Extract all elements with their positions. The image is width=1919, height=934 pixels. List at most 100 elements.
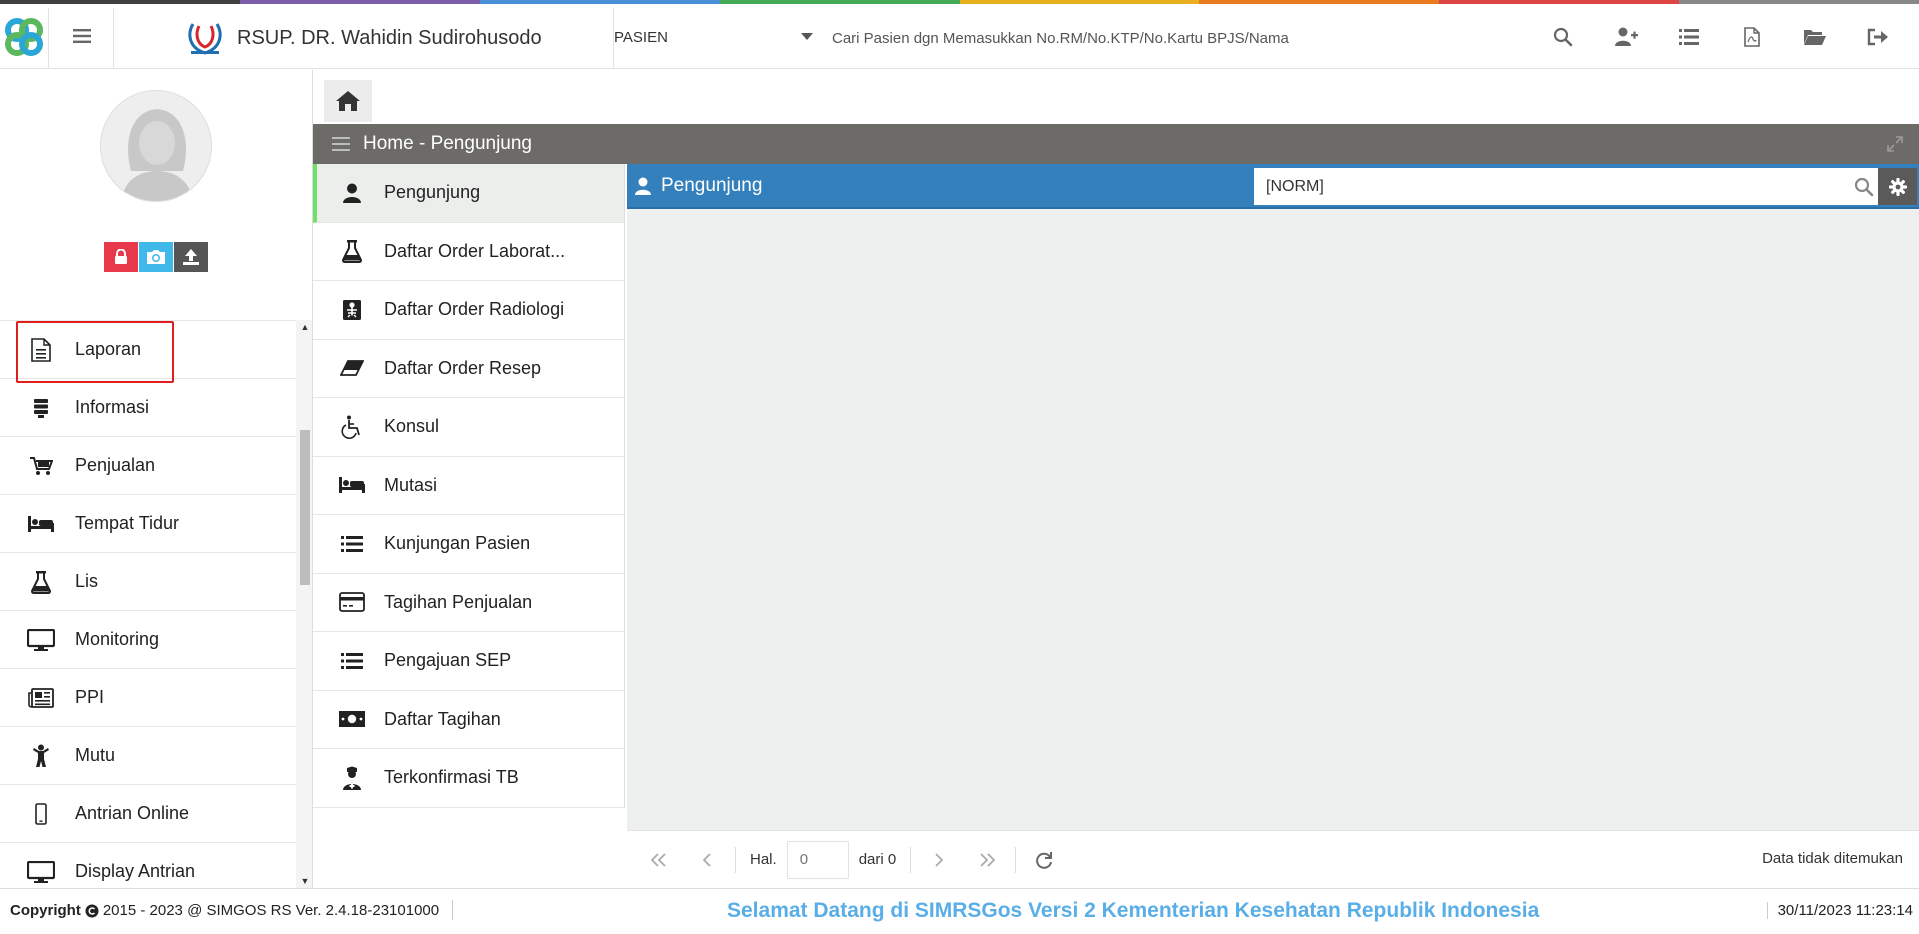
- user-icon: [337, 180, 367, 206]
- copyright: Copyright 2015 - 2023 @ SIMGOS RS Ver. 2…: [10, 902, 439, 919]
- sidebar-item-label: Antrian Online: [75, 803, 190, 823]
- sidebar-item-monitoring[interactable]: Monitoring: [0, 611, 296, 669]
- grid-settings-button[interactable]: [1878, 168, 1917, 205]
- sidebar-item-label: Tempat Tidur: [75, 513, 180, 533]
- avatar: [100, 90, 212, 202]
- scroll-up-arrow[interactable]: ▲: [300, 322, 310, 332]
- monitor-icon: [26, 859, 56, 885]
- sidebar-item-laporan[interactable]: Laporan: [0, 321, 296, 383]
- submenu-item-kunjungan-pasien[interactable]: Kunjungan Pasien: [313, 515, 624, 574]
- submenu-item-daftar-order-radiologi[interactable]: Daftar Order Radiologi: [313, 281, 624, 340]
- lock-photo-button[interactable]: [104, 242, 138, 272]
- sidebar-item-penjualan[interactable]: Penjualan: [0, 437, 296, 495]
- prev-page-button[interactable]: [683, 840, 731, 880]
- left-sidebar: Laporan Informasi Penjualan Tempat Tidur Lis…: [0, 70, 313, 888]
- submenu-item-label: Konsul: [384, 416, 440, 437]
- pdf-icon: [1743, 27, 1760, 47]
- bars-icon: [332, 137, 350, 151]
- panel-menu-button[interactable]: [329, 132, 353, 156]
- header-divider: [48, 8, 49, 68]
- first-page-button[interactable]: [635, 840, 683, 880]
- submenu: Pengunjung Daftar Order Laborat... Daftar …: [313, 164, 625, 808]
- user-silhouette-icon: [101, 91, 211, 201]
- chevron-left-icon: [702, 852, 711, 867]
- patient-search-input[interactable]: [832, 24, 1532, 52]
- grid-header: Pengunjung: [627, 164, 1919, 209]
- maximize-button[interactable]: [1885, 134, 1905, 154]
- submenu-item-daftar-order-laborat[interactable]: Daftar Order Laborat...: [313, 223, 624, 281]
- camera-photo-button[interactable]: [139, 242, 173, 272]
- open-folder-button[interactable]: [1783, 22, 1846, 52]
- module-select[interactable]: PASIEN: [614, 22, 814, 52]
- submenu-item-label: Daftar Order Resep: [384, 357, 542, 378]
- home-tab-button[interactable]: [324, 80, 372, 122]
- simgos-logo-icon: [5, 18, 43, 56]
- page-number-input[interactable]: [786, 840, 849, 879]
- module-selected-value: PASIEN: [614, 28, 668, 46]
- search-button[interactable]: [1531, 22, 1594, 52]
- copyright-label: Copyright: [10, 902, 81, 919]
- sidebar-nav: Laporan Informasi Penjualan Tempat Tidur Lis…: [0, 320, 296, 888]
- header-actions: [1531, 22, 1909, 52]
- submenu-item-terkonfirmasi-tb[interactable]: Terkonfirmasi TB: [313, 749, 624, 808]
- submenu-item-pengajuan-sep[interactable]: Pengajuan SEP: [313, 632, 624, 691]
- panel-title: Home - Pengunjung: [363, 133, 532, 154]
- menu-toggle-button[interactable]: [58, 22, 106, 50]
- submenu-item-konsul[interactable]: Konsul: [313, 398, 624, 457]
- hospital-name: RSUP. DR. Wahidin Sudirohusodo: [237, 26, 542, 49]
- upload-photo-button[interactable]: [174, 242, 208, 272]
- pager-divider: [735, 846, 736, 873]
- next-page-button[interactable]: [915, 840, 963, 880]
- content-area: Pengunjung [NORM] Hal. 0 dari 0 Data tid…: [627, 164, 1919, 888]
- sidebar-item-display-antrian[interactable]: Display Antrian: [0, 843, 296, 888]
- refresh-button[interactable]: [1020, 840, 1068, 880]
- submenu-item-daftar-tagihan[interactable]: Daftar Tagihan: [313, 691, 624, 749]
- brand: RSUP. DR. Wahidin Sudirohusodo: [185, 22, 542, 55]
- sidebar-item-ppi[interactable]: PPI: [0, 669, 296, 727]
- caret-down-icon: [801, 33, 813, 40]
- submenu-item-pengunjung[interactable]: Pengunjung: [313, 164, 624, 223]
- norm-search-input[interactable]: [1254, 169, 1844, 204]
- sidebar-item-tempat-tidur[interactable]: Tempat Tidur: [0, 495, 296, 553]
- logout-button[interactable]: [1846, 22, 1909, 52]
- add-patient-button[interactable]: [1594, 22, 1657, 52]
- submenu-item-daftar-order-resep[interactable]: Daftar Order Resep: [313, 340, 624, 398]
- pager-status: Data tidak ditemukan: [1762, 850, 1903, 867]
- submenu-item-label: Tagihan Penjualan: [384, 591, 533, 612]
- pager-divider: [1015, 846, 1017, 873]
- search-icon: [1854, 177, 1874, 196]
- list-button[interactable]: [1657, 22, 1720, 52]
- upload-icon: [182, 248, 200, 266]
- scroll-thumb[interactable]: [300, 430, 310, 585]
- sidebar-item-informasi[interactable]: Informasi: [0, 379, 296, 437]
- sidebar-item-antrian-online[interactable]: Antrian Online: [0, 785, 296, 843]
- pager-divider: [910, 846, 912, 873]
- bed-icon: [26, 511, 56, 537]
- double-chevron-right-icon: [980, 852, 996, 867]
- pager-hal-label: Hal.: [750, 851, 777, 868]
- submenu-item-tagihan-penjualan[interactable]: Tagihan Penjualan: [313, 574, 624, 632]
- sidebar-item-label: Lis: [75, 571, 99, 591]
- hospital-logo-icon: [188, 23, 222, 55]
- submenu-item-label: Kunjungan Pasien: [384, 533, 531, 554]
- footer-divider: [452, 900, 453, 920]
- chevron-right-icon: [935, 852, 944, 867]
- submenu-item-label: Daftar Tagihan: [384, 708, 501, 729]
- app-logo[interactable]: [0, 12, 48, 62]
- sidebar-item-label: Laporan: [75, 339, 142, 359]
- footer: Copyright 2015 - 2023 @ SIMGOS RS Ver. 2…: [0, 888, 1919, 934]
- pdf-button[interactable]: [1720, 22, 1783, 52]
- grid-user-icon-wrap: [633, 174, 653, 198]
- sidebar-scrollbar[interactable]: ▲ ▼: [296, 320, 312, 888]
- sidebar-item-mutu[interactable]: Mutu: [0, 727, 296, 785]
- header-divider: [113, 8, 114, 68]
- double-chevron-left-icon: [650, 852, 666, 867]
- last-page-button[interactable]: [963, 840, 1011, 880]
- submenu-item-label: Daftar Order Laborat...: [384, 240, 566, 261]
- submenu-item-mutasi[interactable]: Mutasi: [313, 457, 624, 515]
- sidebar-item-lis[interactable]: Lis: [0, 553, 296, 611]
- sidebar-item-label: PPI: [75, 687, 105, 707]
- scroll-down-arrow[interactable]: ▼: [300, 876, 310, 886]
- list-icon: [1678, 29, 1699, 45]
- xray-icon: [337, 297, 367, 323]
